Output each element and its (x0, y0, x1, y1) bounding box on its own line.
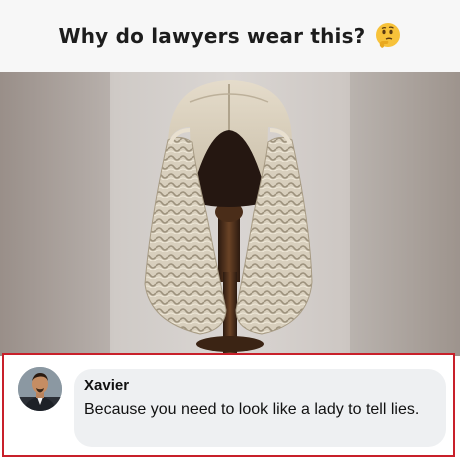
comment-author[interactable]: Xavier (84, 377, 129, 394)
post-title: Why do lawyers wear this? (58, 24, 366, 48)
comment-bubble[interactable]: Xavier Because you need to look like a l… (74, 369, 446, 447)
wig-photo (0, 72, 460, 356)
thinking-face-icon (375, 23, 400, 48)
comment-text: Because you need to look like a lady to … (84, 401, 420, 418)
avatar[interactable] (18, 367, 62, 411)
post-header: Why do lawyers wear this? (0, 0, 460, 72)
avatar-photo (18, 367, 62, 411)
post-image (0, 72, 460, 356)
comment-highlight-frame: Xavier Because you need to look like a l… (2, 353, 455, 457)
